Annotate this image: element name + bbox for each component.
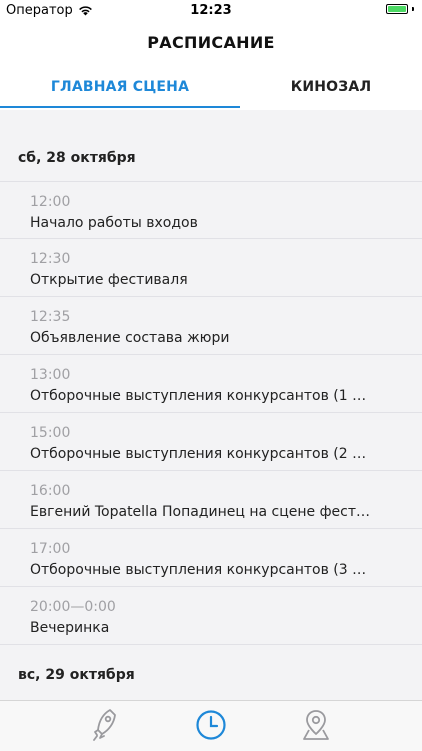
event-title: Отборочные выступления конкурсантов (1 б… [30, 388, 372, 404]
tab-bar-map[interactable] [296, 707, 336, 743]
event-time: 12:30 [30, 251, 71, 267]
schedule-list[interactable]: сб, 28 октября 12:00 Начало работы входо… [0, 110, 422, 700]
list-item[interactable]: 12:00 Начало работы входов [0, 181, 422, 239]
event-title: Отборочные выступления конкурсантов (3 б… [30, 562, 372, 578]
list-item[interactable]: 12:35 Объявление состава жюри [0, 297, 422, 355]
event-list: 12:00 Начало работы входов 12:30 Открыти… [0, 181, 422, 645]
day-header: вс, 29 октября [18, 667, 135, 683]
event-title: Открытие фестиваля [30, 272, 188, 288]
list-item[interactable]: 16:00 Евгений Topatella Попадинец на сце… [0, 471, 422, 529]
day-header: сб, 28 октября [18, 150, 136, 166]
list-item[interactable]: 15:00 Отборочные выступления конкурсанто… [0, 413, 422, 471]
tab-main-stage[interactable]: ГЛАВНАЯ СЦЕНА [0, 68, 240, 108]
event-title: Объявление состава жюри [30, 330, 230, 346]
event-time: 20:00—0:00 [30, 599, 116, 615]
tab-cinema[interactable]: КИНОЗАЛ [240, 68, 422, 108]
list-item[interactable]: 13:00 Отборочные выступления конкурсанто… [0, 355, 422, 413]
event-title: Отборочные выступления конкурсантов (2 б… [30, 446, 372, 462]
active-tab-indicator [0, 106, 240, 108]
battery-icon [386, 4, 408, 14]
event-time: 13:00 [30, 367, 71, 383]
bottom-tab-bar [0, 700, 422, 751]
battery-fill [388, 6, 406, 12]
rocket-icon [93, 709, 116, 741]
status-right [386, 4, 414, 14]
tab-bar-rocket[interactable] [86, 707, 126, 743]
event-time: 15:00 [30, 425, 71, 441]
event-time: 16:00 [30, 483, 71, 499]
list-item[interactable]: 17:00 Отборочные выступления конкурсанто… [0, 529, 422, 587]
list-item[interactable]: 20:00—0:00 Вечеринка [0, 587, 422, 645]
event-title: Евгений Topatella Попадинец на сцене фес… [30, 504, 372, 520]
clock-icon [196, 710, 226, 740]
event-time: 17:00 [30, 541, 71, 557]
status-bar: Оператор 12:23 [0, 0, 422, 22]
event-time: 12:00 [30, 194, 71, 210]
battery-cap [412, 7, 414, 11]
map-pin-icon [303, 710, 329, 740]
tab-bar-schedule[interactable] [191, 707, 231, 743]
status-time: 12:23 [190, 3, 232, 18]
event-title: Вечеринка [30, 620, 110, 636]
list-item[interactable]: 12:30 Открытие фестиваля [0, 239, 422, 297]
event-time: 12:35 [30, 309, 71, 325]
event-title: Начало работы входов [30, 215, 198, 231]
page-title: РАСПИСАНИЕ [147, 33, 275, 52]
stage-tabs: ГЛАВНАЯ СЦЕНА КИНОЗАЛ [0, 68, 422, 110]
